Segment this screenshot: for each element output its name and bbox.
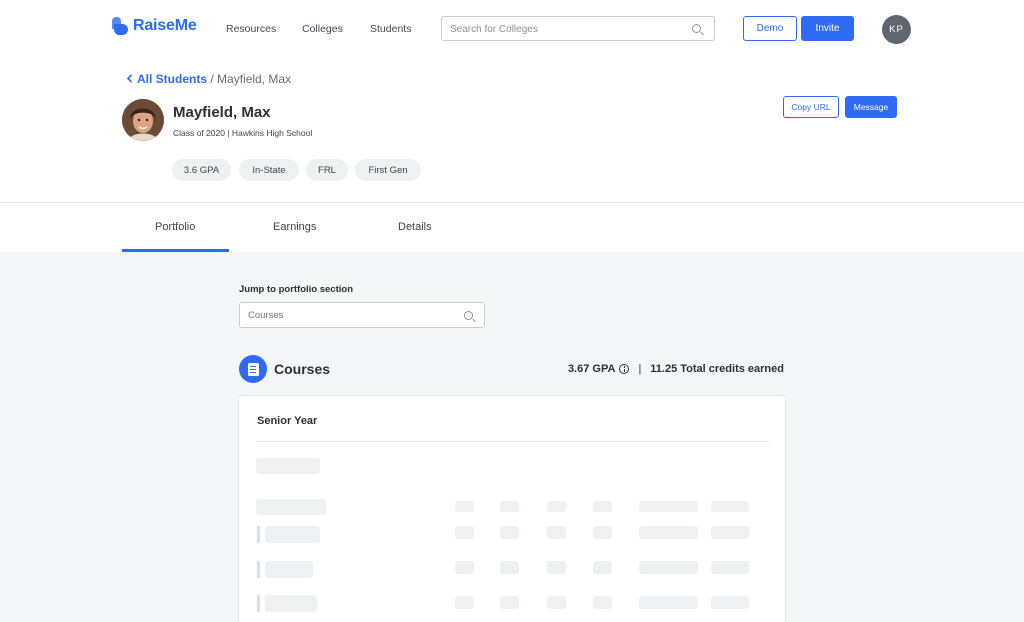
active-tab-indicator <box>122 249 229 252</box>
breadcrumb: All Students / Mayfield, Max <box>126 72 291 86</box>
copy-url-button[interactable]: Copy URL <box>783 96 839 118</box>
raiseme-logo-icon <box>112 17 128 35</box>
skeleton-row <box>265 561 313 578</box>
tag-frl: FRL <box>306 159 348 181</box>
skeleton-header <box>256 499 326 515</box>
info-icon[interactable] <box>619 364 630 374</box>
skeleton-cell <box>711 561 749 574</box>
student-class-school: Class of 2020 | Hawkins High School <box>173 128 313 138</box>
nav-link-students[interactable]: Students <box>370 23 411 35</box>
skeleton-row-marker <box>257 561 260 578</box>
college-search <box>441 16 715 41</box>
skeleton-cell <box>639 526 698 539</box>
skeleton-cell <box>639 596 698 609</box>
user-avatar[interactable]: KP <box>882 15 911 44</box>
college-search-input[interactable] <box>450 22 680 36</box>
skeleton-cell <box>547 501 566 512</box>
skeleton-cell <box>593 501 612 512</box>
skeleton-cell <box>639 561 698 574</box>
skeleton-cell <box>455 561 474 574</box>
jump-section-label: Jump to portfolio section <box>239 284 353 295</box>
skeleton-cell <box>593 596 612 609</box>
skeleton-cell <box>593 526 612 539</box>
skeleton-cell <box>711 526 749 539</box>
summary-separator: | <box>638 363 642 375</box>
skeleton-row <box>265 595 317 612</box>
senior-year-card: Senior Year <box>238 395 786 622</box>
breadcrumb-back-link[interactable]: All Students <box>126 72 210 86</box>
document-icon <box>239 355 267 383</box>
skeleton-term-label <box>256 458 320 474</box>
skeleton-row-marker <box>257 595 260 612</box>
student-photo <box>122 99 164 141</box>
jump-section-select <box>239 302 485 328</box>
nav-link-colleges[interactable]: Colleges <box>302 23 343 35</box>
skeleton-cell <box>547 561 566 574</box>
skeleton-cell <box>500 596 519 609</box>
jump-section-input[interactable] <box>248 309 448 322</box>
message-button[interactable]: Message <box>845 96 897 118</box>
breadcrumb-separator: / <box>210 72 214 86</box>
breadcrumb-back-label: All Students <box>137 72 208 86</box>
tag-in-state: In-State <box>239 159 299 181</box>
skeleton-row-marker <box>257 526 260 543</box>
tab-portfolio[interactable]: Portfolio <box>155 221 195 233</box>
skeleton-cell <box>547 596 566 609</box>
courses-summary: 3.67 GPA | 11.25 Total credits earned <box>568 363 784 375</box>
skeleton-row <box>265 526 320 543</box>
student-profile-header: All Students / Mayfield, Max Mayfield, M… <box>0 58 1024 203</box>
year-title: Senior Year <box>257 415 318 427</box>
courses-section-title: Courses <box>274 361 331 377</box>
skeleton-cell <box>500 526 519 539</box>
demo-button[interactable]: Demo <box>743 16 797 41</box>
skeleton-cell <box>547 526 566 539</box>
tab-earnings[interactable]: Earnings <box>273 221 316 233</box>
tag-first-gen: First Gen <box>355 159 421 181</box>
skeleton-cell <box>455 526 474 539</box>
tab-details[interactable]: Details <box>398 221 432 233</box>
skeleton-cell <box>455 501 474 512</box>
skeleton-cell <box>711 596 749 609</box>
invite-button[interactable]: Invite <box>801 16 854 41</box>
brand-name: RaiseMe <box>133 17 197 34</box>
profile-tabs: Portfolio Earnings Details <box>0 203 1024 252</box>
nav-link-resources[interactable]: Resources <box>226 23 276 35</box>
tag-gpa: 3.6 GPA <box>172 159 231 181</box>
skeleton-cell <box>455 596 474 609</box>
chevron-left-icon <box>126 74 133 83</box>
skeleton-cell <box>593 561 612 574</box>
top-navigation: RaiseMe Resources Colleges Students Demo… <box>0 0 1024 58</box>
year-divider <box>257 441 769 442</box>
magnifier-icon[interactable] <box>692 24 701 33</box>
courses-total-credits: 11.25 Total credits earned <box>650 363 784 375</box>
skeleton-cell <box>711 501 749 512</box>
skeleton-cell <box>639 501 698 512</box>
magnifier-icon[interactable] <box>464 311 473 320</box>
skeleton-cell <box>500 501 519 512</box>
raiseme-logo[interactable]: RaiseMe <box>112 17 197 35</box>
breadcrumb-current: Mayfield, Max <box>217 72 292 86</box>
skeleton-cell <box>500 561 519 574</box>
student-name: Mayfield, Max <box>173 104 271 121</box>
courses-gpa: 3.67 GPA <box>567 363 616 375</box>
